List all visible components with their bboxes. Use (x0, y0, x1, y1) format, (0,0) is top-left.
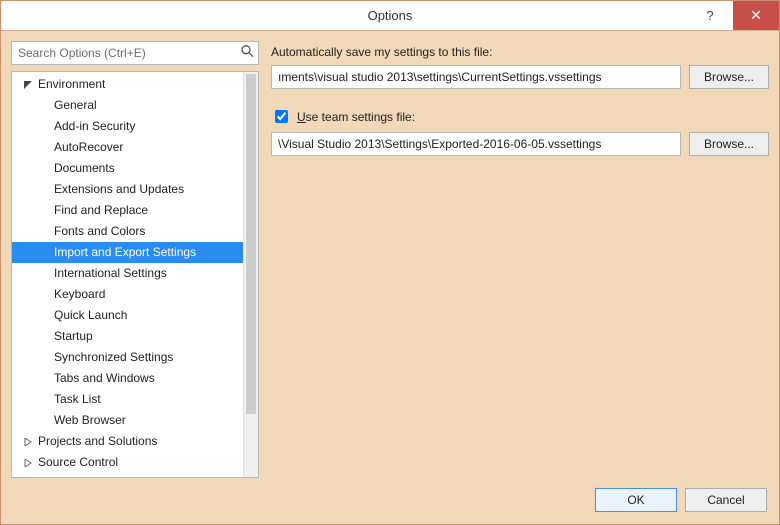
tree-child[interactable]: Documents (12, 158, 243, 179)
tree-label: Synchronized Settings (54, 347, 173, 368)
tree-child[interactable]: Startup (12, 326, 243, 347)
window-controls: ? ✕ (687, 1, 779, 30)
ok-button[interactable]: OK (595, 488, 677, 512)
tree-child[interactable]: AutoRecover (12, 137, 243, 158)
tree-label: Add-in Security (54, 116, 135, 137)
cancel-button[interactable]: Cancel (685, 488, 767, 512)
search-wrap (11, 41, 259, 65)
tree-label: Documents (54, 158, 115, 179)
category-tree: Environment General Add-in Security Auto… (11, 71, 259, 478)
tree-label: Import and Export Settings (54, 242, 196, 263)
close-button[interactable]: ✕ (733, 1, 779, 30)
tree-label: Keyboard (54, 284, 105, 305)
tree-child[interactable]: Tabs and Windows (12, 368, 243, 389)
tree-child[interactable]: Fonts and Colors (12, 221, 243, 242)
auto-save-path-input[interactable] (271, 65, 681, 89)
titlebar: Options ? ✕ (1, 1, 779, 31)
tree-child[interactable]: Task List (12, 389, 243, 410)
tree-label: Extensions and Updates (54, 179, 184, 200)
team-path-input[interactable] (271, 132, 681, 156)
tree-label: General (54, 95, 97, 116)
scrollbar-thumb[interactable] (246, 74, 256, 414)
tree-child[interactable]: Add-in Security (12, 116, 243, 137)
use-team-label[interactable]: Use team settings file: (297, 110, 415, 124)
tree-child[interactable]: Extensions and Updates (12, 179, 243, 200)
help-button[interactable]: ? (687, 1, 733, 30)
tree-label: Source Control (38, 452, 118, 473)
tree-label: Web Browser (54, 410, 126, 431)
tree-label: Startup (54, 326, 93, 347)
tree-child[interactable]: Keyboard (12, 284, 243, 305)
browse-team-button[interactable]: Browse... (689, 132, 769, 156)
window-title: Options (1, 8, 779, 23)
tree-child[interactable]: General (12, 95, 243, 116)
team-path-row: Browse... (271, 132, 769, 156)
tree-child[interactable]: Web Browser (12, 410, 243, 431)
tree-label: Fonts and Colors (54, 221, 145, 242)
dialog-footer: OK Cancel (1, 478, 779, 524)
tree-node-environment[interactable]: Environment (12, 74, 243, 95)
expander-open-icon (22, 81, 34, 89)
tree-node-projects[interactable]: Projects and Solutions (12, 431, 243, 452)
tree-label: Projects and Solutions (38, 431, 157, 452)
help-icon: ? (706, 8, 713, 23)
tree-child-selected[interactable]: Import and Export Settings (12, 242, 243, 263)
tree-child[interactable]: Find and Replace (12, 200, 243, 221)
options-window: Options ? ✕ (0, 0, 780, 525)
tree-child[interactable]: Synchronized Settings (12, 347, 243, 368)
auto-save-label: Automatically save my settings to this f… (271, 45, 769, 59)
auto-save-row: Browse... (271, 65, 769, 89)
left-column: Environment General Add-in Security Auto… (11, 41, 259, 478)
use-team-row: Use team settings file: (271, 107, 769, 126)
tree-label: AutoRecover (54, 137, 123, 158)
settings-panel: Automatically save my settings to this f… (271, 41, 769, 478)
tree-label: International Settings (54, 263, 167, 284)
tree-scroll[interactable]: Environment General Add-in Security Auto… (12, 72, 243, 477)
tree-node-source-control[interactable]: Source Control (12, 452, 243, 473)
close-icon: ✕ (750, 7, 762, 24)
tree-child[interactable]: International Settings (12, 263, 243, 284)
tree-label: Task List (54, 389, 101, 410)
expander-closed-icon (22, 459, 34, 467)
tree-label: Quick Launch (54, 305, 127, 326)
dialog-body: Environment General Add-in Security Auto… (1, 31, 779, 478)
tree-label: Environment (38, 74, 105, 95)
tree-label: Tabs and Windows (54, 368, 155, 389)
browse-auto-save-button[interactable]: Browse... (689, 65, 769, 89)
search-input[interactable] (11, 41, 259, 65)
use-team-checkbox[interactable] (275, 110, 288, 123)
tree-label: Find and Replace (54, 200, 148, 221)
tree-child[interactable]: Quick Launch (12, 305, 243, 326)
expander-closed-icon (22, 438, 34, 446)
scrollbar[interactable] (243, 72, 258, 477)
